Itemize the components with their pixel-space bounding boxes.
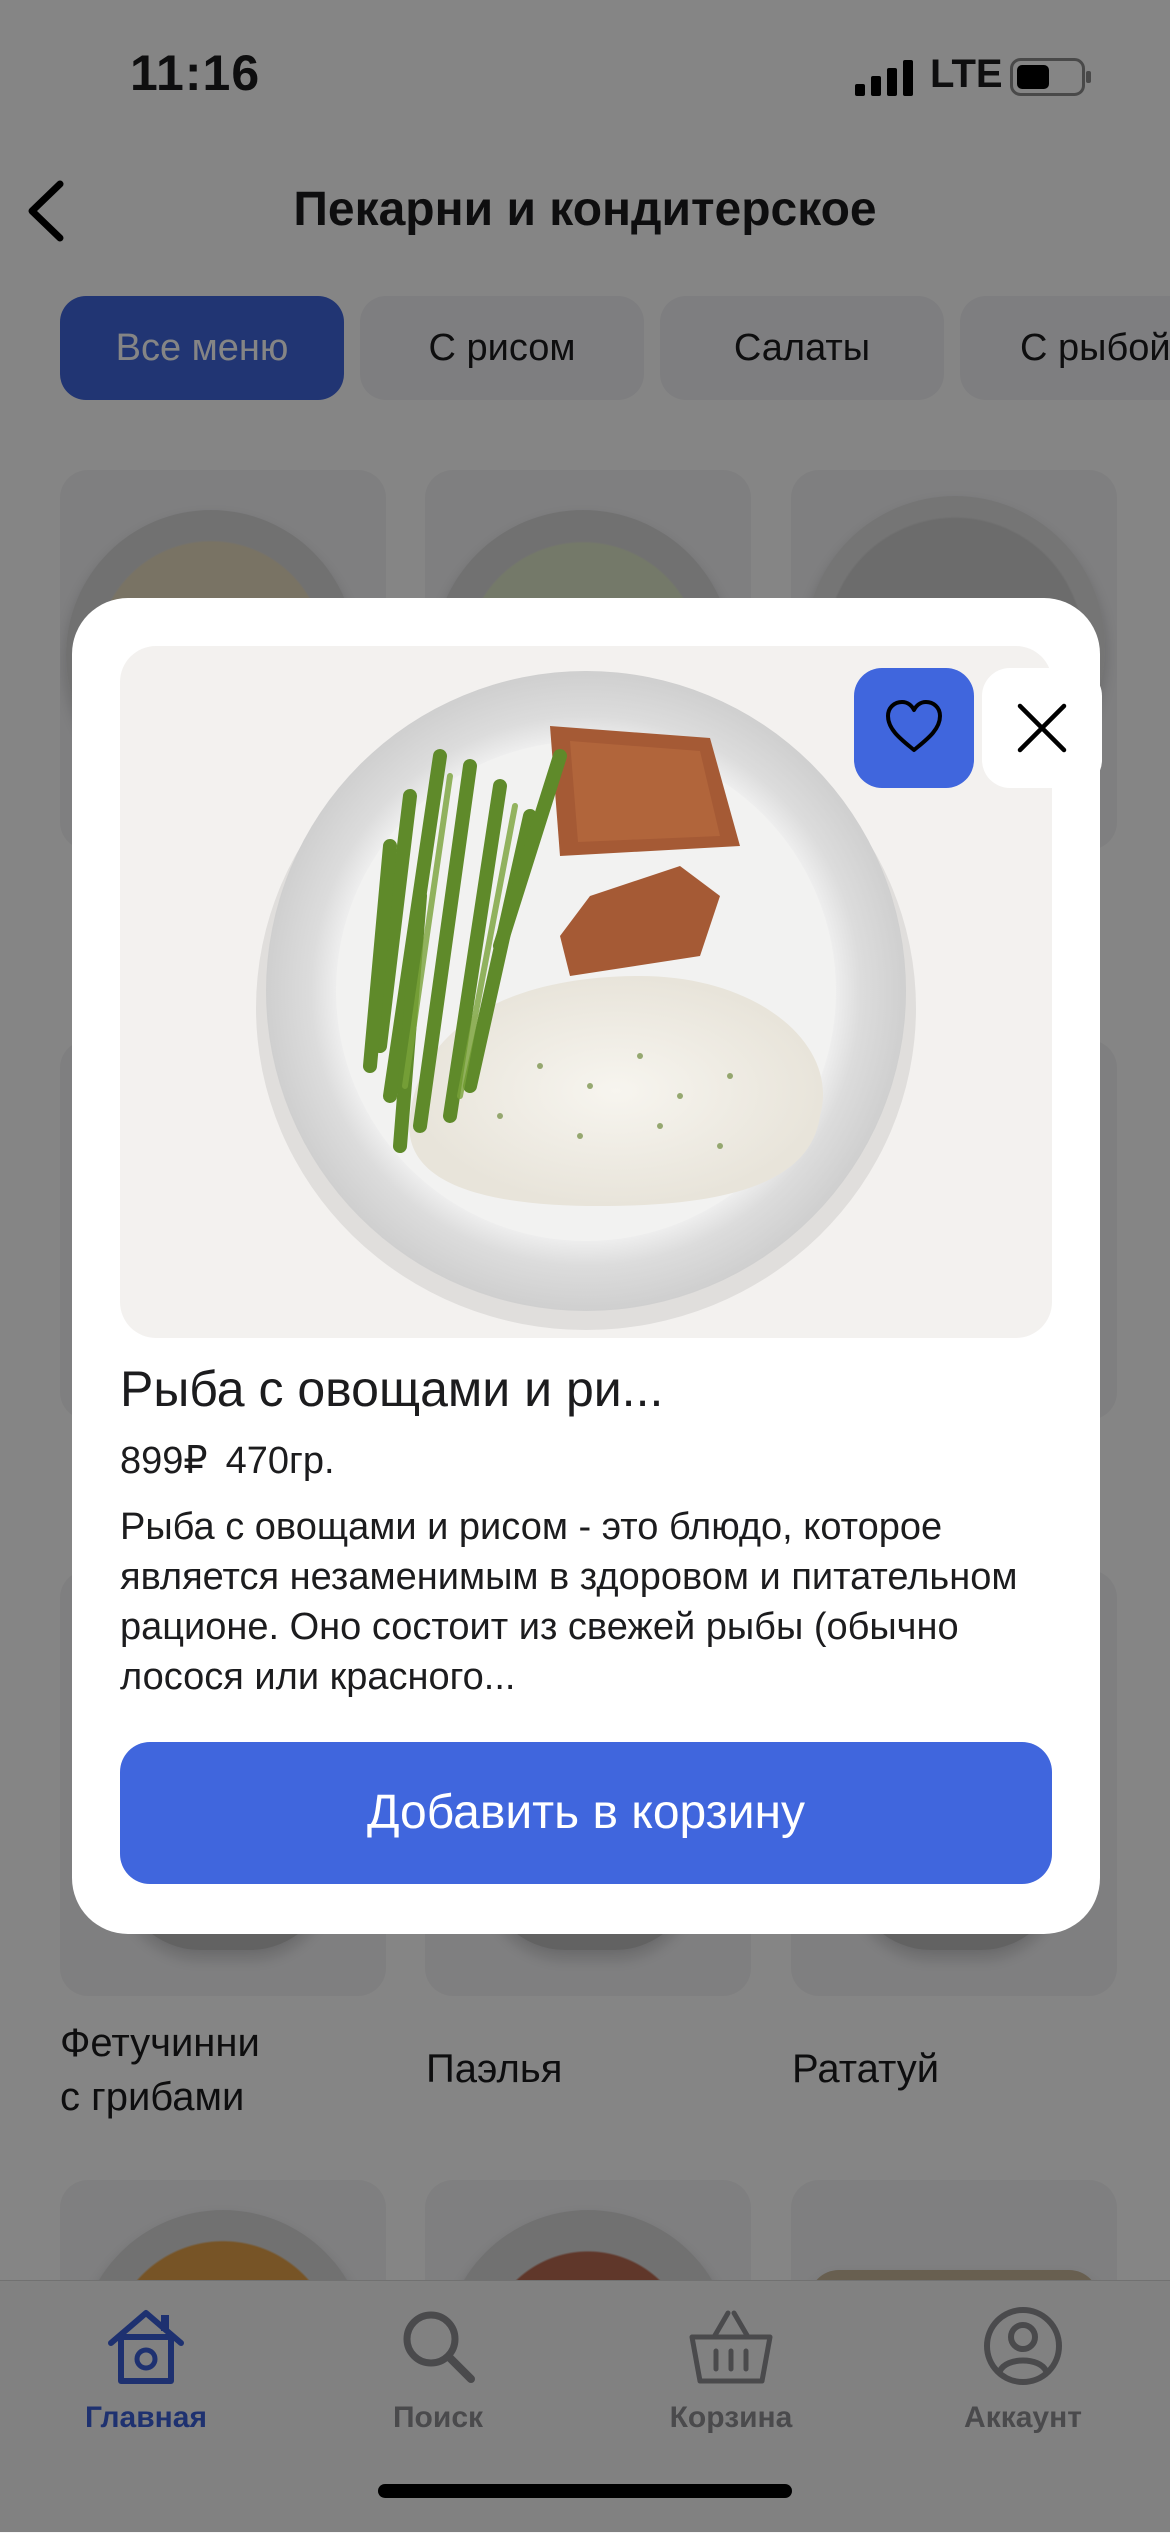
favorite-button[interactable] (854, 668, 974, 788)
product-meta: 899₽ 470гр. (120, 1438, 335, 1483)
product-description: Рыба с овощами и рисом - это блюдо, кото… (120, 1502, 1060, 1702)
product-modal: Рыба с овощами и ри... 899₽ 470гр. Рыба с… (72, 598, 1102, 1934)
close-icon (1017, 703, 1067, 753)
product-title: Рыба с овощами и ри... (120, 1361, 664, 1417)
product-description-text: Рыба с овощами и рисом - это блюдо, кото… (120, 1506, 1018, 1698)
product-price: 899₽ (120, 1440, 208, 1482)
add-to-cart-button[interactable]: Добавить в корзину (120, 1742, 1052, 1884)
product-weight: 470гр. (225, 1440, 335, 1482)
close-button[interactable] (982, 668, 1102, 788)
home-indicator (378, 2484, 792, 2498)
heart-icon (886, 700, 942, 752)
